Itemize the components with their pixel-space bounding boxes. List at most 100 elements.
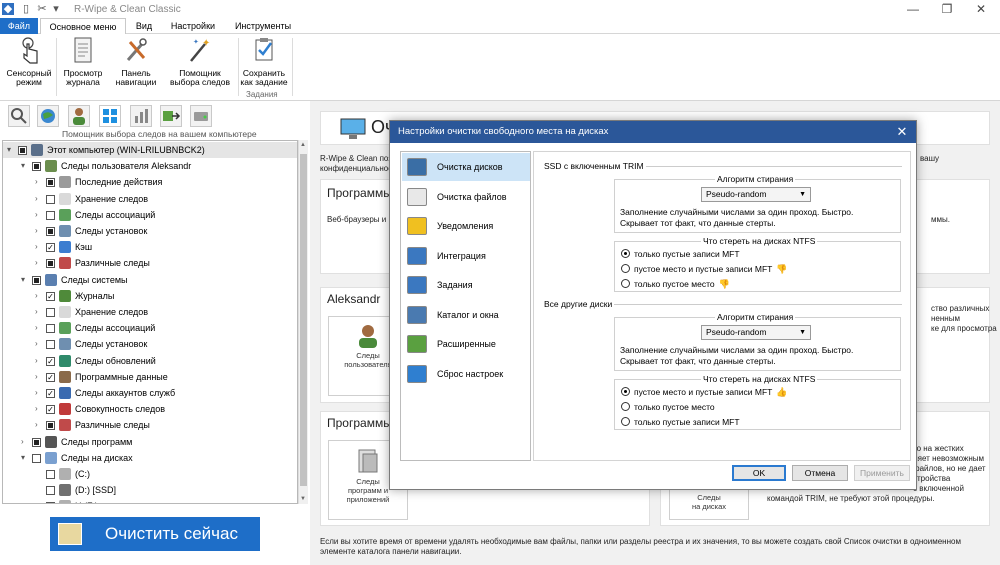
tree-item[interactable]: › ✓ Программные данные bbox=[3, 369, 297, 385]
tree-checkbox[interactable] bbox=[46, 486, 55, 496]
nav-item[interactable]: Каталог и окна bbox=[402, 301, 530, 329]
expander-icon[interactable]: › bbox=[35, 255, 43, 271]
drive-tool-icon[interactable] bbox=[190, 105, 212, 127]
tree-item[interactable]: (D:) [SSD] bbox=[3, 482, 297, 498]
tree-checkbox[interactable] bbox=[32, 437, 41, 447]
tree-item[interactable]: › Следы программ bbox=[3, 434, 297, 450]
tree-item[interactable]: › Хранение следов bbox=[3, 304, 297, 320]
tree-item[interactable]: › Различные следы bbox=[3, 255, 297, 271]
ssd-radio-1[interactable]: только пустые записи MFT bbox=[621, 248, 740, 260]
tree-item[interactable]: ▾ Следы на дисках bbox=[3, 450, 297, 466]
apply-button[interactable]: Применить bbox=[854, 465, 910, 481]
other-radio-1[interactable]: пустое место и пустые записи MFT 👍 bbox=[621, 386, 788, 398]
expander-icon[interactable]: › bbox=[35, 320, 43, 336]
globe-tool-icon[interactable] bbox=[37, 105, 59, 127]
tree-checkbox[interactable] bbox=[46, 259, 55, 269]
tab-file[interactable]: Файл bbox=[0, 18, 38, 34]
nav-item[interactable]: Интеграция bbox=[402, 242, 530, 270]
tab-settings[interactable]: Настройки bbox=[164, 18, 222, 34]
tree-item[interactable]: › Следы установок bbox=[3, 336, 297, 352]
tree-checkbox[interactable]: ✓ bbox=[46, 243, 55, 253]
tab-main-menu[interactable]: Основное меню bbox=[40, 18, 126, 34]
other-radio-3[interactable]: только пустые записи MFT bbox=[621, 416, 740, 428]
expander-icon[interactable]: ▾ bbox=[21, 272, 29, 288]
other-algo-select[interactable]: Pseudo-random ▼ bbox=[701, 325, 811, 340]
tab-view[interactable]: Вид bbox=[128, 18, 160, 34]
expander-icon[interactable]: › bbox=[35, 223, 43, 239]
tree-item[interactable]: › ✓ Кэш bbox=[3, 239, 297, 255]
other-radio-2[interactable]: только пустое место bbox=[621, 401, 715, 413]
tree-checkbox[interactable]: ✓ bbox=[46, 405, 55, 415]
expander-icon[interactable]: ▾ bbox=[21, 158, 29, 174]
touch-mode-button[interactable]: Сенсорный режим bbox=[4, 36, 54, 88]
tree-item[interactable]: › ✓ Совокупность следов bbox=[3, 401, 297, 417]
scrollbar-thumb[interactable] bbox=[300, 154, 307, 486]
ssd-radio-3[interactable]: только пустое место 👎 bbox=[621, 278, 730, 290]
trace-wizard-button[interactable]: ✦ ✦ Помощник выбора следов bbox=[164, 36, 236, 88]
expander-icon[interactable]: › bbox=[35, 191, 43, 207]
tree-checkbox[interactable] bbox=[32, 453, 41, 463]
tree-item[interactable]: › Следы установок bbox=[3, 223, 297, 239]
tree-checkbox[interactable] bbox=[46, 421, 55, 431]
tree-checkbox[interactable] bbox=[46, 194, 55, 204]
windows-tool-icon[interactable] bbox=[99, 105, 121, 127]
tree-checkbox[interactable] bbox=[46, 502, 55, 503]
tree-item[interactable]: › ✓ Следы обновлений bbox=[3, 353, 297, 369]
expander-icon[interactable]: › bbox=[35, 369, 43, 385]
tree-checkbox[interactable] bbox=[46, 227, 55, 236]
tree-item[interactable]: Н (F:) bbox=[3, 498, 297, 503]
tree-item[interactable]: › ✓ Журналы bbox=[3, 288, 297, 304]
expander-icon[interactable]: › bbox=[35, 207, 43, 223]
ssd-algo-select[interactable]: Pseudo-random ▼ bbox=[701, 187, 811, 202]
restore-icon[interactable]: ❐ bbox=[930, 0, 964, 18]
close-window-icon[interactable]: ✕ bbox=[964, 0, 998, 18]
expander-icon[interactable]: › bbox=[35, 336, 43, 352]
expander-icon[interactable]: › bbox=[35, 353, 43, 369]
user-tool-icon[interactable] bbox=[68, 105, 90, 127]
tree-checkbox[interactable]: ✓ bbox=[46, 356, 55, 366]
expander-icon[interactable]: ▾ bbox=[21, 450, 29, 466]
expander-icon[interactable]: › bbox=[35, 385, 43, 401]
tree-checkbox[interactable] bbox=[46, 470, 55, 479]
tree-item[interactable]: › Различные следы bbox=[3, 417, 297, 433]
tree-item[interactable]: (C:) bbox=[3, 466, 297, 482]
nav-item[interactable]: Очистка файлов bbox=[402, 183, 530, 211]
expander-icon[interactable]: › bbox=[35, 401, 43, 417]
tree-item[interactable]: › Следы ассоциаций bbox=[3, 207, 297, 223]
expander-icon[interactable]: › bbox=[35, 417, 43, 433]
tree-checkbox[interactable]: ✓ bbox=[46, 372, 55, 382]
tree-checkbox[interactable] bbox=[46, 324, 55, 334]
expander-icon[interactable]: › bbox=[35, 239, 43, 255]
tab-tools[interactable]: Инструменты bbox=[228, 18, 298, 34]
nav-panel-button[interactable]: Панель навигации bbox=[112, 36, 160, 88]
expander-icon[interactable]: ▾ bbox=[7, 142, 15, 158]
nav-item[interactable]: Уведомления bbox=[402, 212, 530, 240]
minimize-icon[interactable]: — bbox=[896, 0, 930, 18]
nav-item[interactable]: Расширенные bbox=[402, 330, 530, 358]
nav-item[interactable]: Сброс настроек bbox=[402, 360, 530, 388]
tree-checkbox[interactable] bbox=[46, 308, 55, 317]
tree-item[interactable]: › Последние действия bbox=[3, 174, 297, 190]
ok-button[interactable]: OK bbox=[732, 465, 786, 481]
tree-item[interactable]: ▾ Следы системы bbox=[3, 272, 297, 288]
transfer-tool-icon[interactable] bbox=[160, 105, 182, 127]
cancel-button[interactable]: Отмена bbox=[792, 465, 848, 481]
expander-icon[interactable]: › bbox=[35, 174, 43, 190]
tree-checkbox[interactable] bbox=[32, 162, 41, 172]
ssd-radio-2[interactable]: пустое место и пустые записи MFT 👎 bbox=[621, 263, 788, 275]
tree-item[interactable]: › Хранение следов bbox=[3, 191, 297, 207]
tree-checkbox[interactable]: ✓ bbox=[46, 389, 55, 398]
new-doc-icon[interactable]: ▯ bbox=[20, 3, 32, 15]
tree-checkbox[interactable] bbox=[32, 275, 41, 285]
chart-tool-icon[interactable] bbox=[130, 105, 152, 127]
view-log-button[interactable]: Просмотр журнала bbox=[58, 36, 108, 88]
clean-now-button[interactable]: Очистить сейчас bbox=[50, 517, 260, 551]
tree-checkbox[interactable] bbox=[46, 178, 55, 188]
tools-quick-icon[interactable]: ✂ bbox=[36, 3, 48, 15]
tree-scrollbar[interactable]: ▲ ▼ bbox=[298, 140, 308, 504]
dialog-close-icon[interactable]: ✕ bbox=[894, 123, 910, 141]
expander-icon[interactable]: › bbox=[35, 304, 43, 320]
expander-icon[interactable]: › bbox=[35, 288, 43, 304]
expander-icon[interactable]: › bbox=[21, 434, 29, 450]
dropdown-quick-icon[interactable]: ▾ bbox=[50, 3, 62, 15]
